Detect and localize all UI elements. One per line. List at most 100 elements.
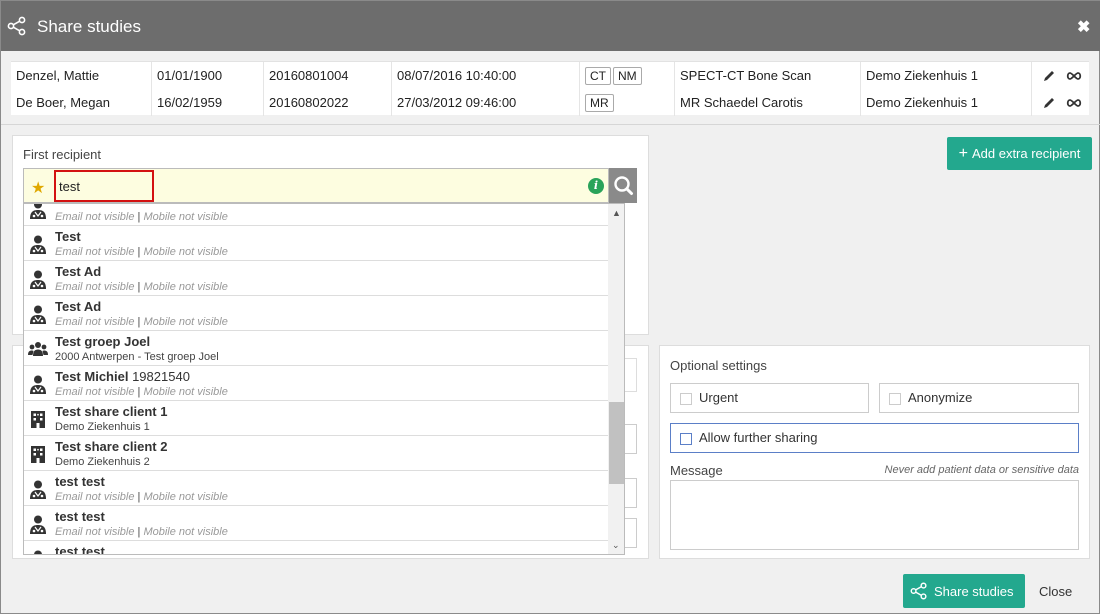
plus-icon: + <box>958 144 968 162</box>
study-datetime: 08/07/2016 10:40:00 <box>391 62 579 89</box>
suggestion-subtitle: Email not visible | Mobile not visible <box>55 246 228 258</box>
study-description: MR Schaedel Carotis <box>674 89 860 116</box>
share-studies-dialog: Share studies ✖ Denzel, Mattie 01/01/1900… <box>0 0 1100 614</box>
suggestion-name: test test <box>55 544 105 555</box>
study-accession: 20160802022 <box>263 89 391 116</box>
mobile-visibility: Mobile not visible <box>143 526 228 538</box>
urgent-box <box>680 393 692 405</box>
optional-settings-panel: Optional settings Urgent Anonymize Allow… <box>659 345 1090 559</box>
urgent-checkbox[interactable]: Urgent <box>670 383 869 413</box>
suggestion-subtitle: Email not visible | Mobile not visible <box>55 281 228 293</box>
suggestion-item[interactable]: test test Email not visible | Mobile not … <box>24 471 608 506</box>
study-dob: 01/01/1900 <box>151 62 263 89</box>
suggestion-subtitle: 2000 Antwerpen - Test groep Joel <box>55 351 219 363</box>
study-description: SPECT-CT Bone Scan <box>674 62 860 89</box>
doctor-icon <box>30 270 46 289</box>
mobile-visibility: Mobile not visible <box>143 316 228 328</box>
suggestion-item[interactable]: Test Ad Email not visible | Mobile not vi… <box>24 296 608 331</box>
suggestion-name-text: Test Ad <box>55 264 102 279</box>
suggestion-item[interactable]: Test Email not visible | Mobile not visib… <box>24 226 608 261</box>
star-icon[interactable]: ★ <box>31 178 45 198</box>
study-dob: 16/02/1959 <box>151 89 263 116</box>
message-textarea[interactable] <box>670 480 1079 550</box>
search-box: ★ i <box>23 168 609 203</box>
recipient-search-input[interactable] <box>54 170 154 202</box>
section-divider <box>1 124 1100 125</box>
infinity-link-icon[interactable] <box>1066 69 1082 83</box>
recipient-search: ★ i <box>23 168 637 203</box>
message-label: Message <box>670 463 723 478</box>
email-visibility: Email not visible <box>55 491 135 503</box>
modality-badge: MR <box>585 94 614 112</box>
mobile-visibility: Mobile not visible <box>143 386 228 398</box>
studies-table: Denzel, Mattie 01/01/1900 20160801004 08/07… <box>11 61 1089 116</box>
email-visibility: Email not visible <box>55 246 135 258</box>
email-visibility: Email not visible <box>55 386 135 398</box>
study-institution: Demo Ziekenhuis 1 <box>860 89 1031 116</box>
search-button[interactable] <box>609 168 637 203</box>
scroll-thumb[interactable] <box>609 402 624 484</box>
suggestion-name-text: Test groep Joel <box>55 334 151 349</box>
mobile-visibility: Mobile not visible <box>143 281 228 293</box>
suggestion-subtitle: Email not visible | Mobile not visible <box>55 211 228 223</box>
study-row[interactable]: De Boer, Megan 16/02/1959 20160802022 27/03… <box>11 89 1089 116</box>
info-icon[interactable]: i <box>588 178 604 194</box>
suggestion-id: 19821540 <box>132 369 190 384</box>
suggestion-item[interactable]: test test Email not visible | Mobile not … <box>24 506 608 541</box>
suggestion-name: Test share client 2 <box>55 439 167 454</box>
modality-badge: CT <box>585 67 611 85</box>
doctor-icon <box>30 305 46 324</box>
group-icon <box>28 342 48 356</box>
email-visibility: Email not visible <box>55 316 135 328</box>
doctor-icon <box>30 480 46 499</box>
email-visibility: Email not visible <box>55 281 135 293</box>
email-visibility: Email not visible <box>55 526 135 538</box>
suggestion-name-text: Test Ad <box>55 299 102 314</box>
study-accession: 20160801004 <box>263 62 391 89</box>
suggestion-name-text: test test <box>55 544 105 555</box>
study-name: De Boer, Megan <box>16 95 110 110</box>
suggestion-item[interactable]: Test share client 2 Demo Ziekenhuis 2 <box>24 436 608 471</box>
scrollbar[interactable]: ▲ ⌄ <box>608 204 624 554</box>
hospital-building-icon <box>31 411 45 428</box>
close-x-icon[interactable]: ✖ <box>1077 17 1090 37</box>
recipient-label: First recipient <box>23 147 102 162</box>
suggestion-item[interactable]: Test groep Joel 2000 Antwerpen - Test gro… <box>24 331 608 366</box>
search-icon <box>614 176 633 195</box>
pencil-icon[interactable] <box>1042 96 1056 110</box>
message-hint: Never add patient data or sensitive data <box>884 464 1079 476</box>
scroll-up-icon[interactable]: ▲ <box>612 208 621 218</box>
infinity-link-icon[interactable] <box>1066 96 1082 110</box>
study-row[interactable]: Denzel, Mattie 01/01/1900 20160801004 08/07… <box>11 62 1089 89</box>
suggestion-name-text: Test Michiel <box>55 369 129 384</box>
doctor-icon <box>30 204 46 219</box>
allow-sharing-label: Allow further sharing <box>699 430 818 445</box>
suggestion-name-text: Test share client 2 <box>55 439 168 454</box>
suggestion-item[interactable]: Test Michiel 19821540 Email not visible |… <box>24 366 608 401</box>
add-extra-recipient-label: Add extra recipient <box>971 145 1081 161</box>
study-datetime: 27/03/2012 09:46:00 <box>391 89 579 116</box>
chevron-down-icon[interactable]: ⌄ <box>612 540 620 551</box>
doctor-icon <box>34 550 42 554</box>
suggestion-item[interactable]: Test share client 1 Demo Ziekenhuis 1 <box>24 401 608 436</box>
anonymize-checkbox[interactable]: Anonymize <box>879 383 1079 413</box>
dialog-titlebar: Share studies ✖ <box>1 1 1100 51</box>
mobile-visibility: Mobile not visible <box>143 246 228 258</box>
add-extra-recipient-button[interactable]: + Add extra recipient <box>947 137 1092 170</box>
email-visibility: Email not visible <box>55 211 135 223</box>
close-button[interactable]: Close <box>1039 584 1072 599</box>
allow-further-sharing-checkbox[interactable]: Allow further sharing <box>670 423 1079 453</box>
suggestion-name: Test Ad <box>55 264 101 279</box>
suggestion-item[interactable]: test test <box>24 541 608 555</box>
suggestion-subtitle: Email not visible | Mobile not visible <box>55 386 228 398</box>
share-studies-button[interactable]: Share studies <box>903 574 1025 608</box>
suggestion-item[interactable]: Test Ad Email not visible | Mobile not vi… <box>24 261 608 296</box>
suggestion-name: Test Michiel 19821540 <box>55 369 190 384</box>
suggestion-name: Test <box>55 229 81 244</box>
mobile-visibility: Mobile not visible <box>143 491 228 503</box>
pencil-icon[interactable] <box>1042 69 1056 83</box>
suggestion-item[interactable]: Email not visible | Mobile not visible <box>24 204 608 226</box>
suggestion-subtitle: Demo Ziekenhuis 2 <box>55 456 150 468</box>
suggestion-name-text: Test <box>55 229 81 244</box>
optional-settings-title: Optional settings <box>670 358 767 373</box>
